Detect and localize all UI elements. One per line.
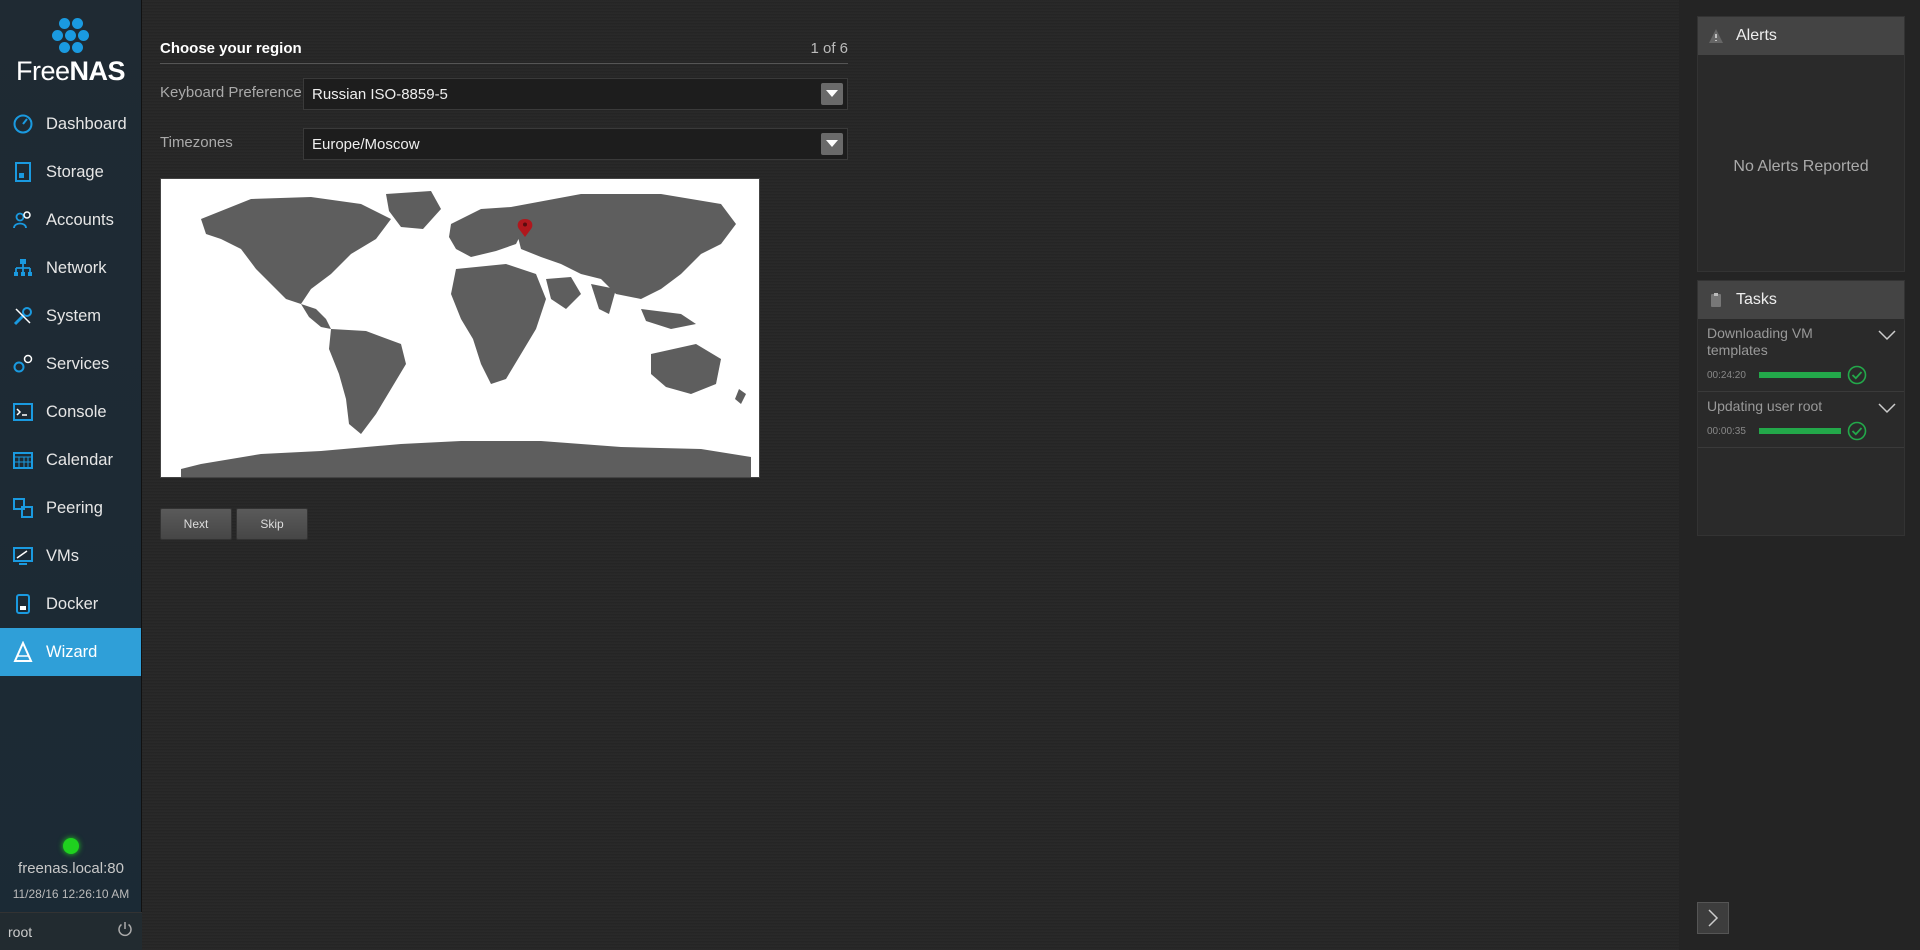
tasks-panel: Tasks Downloading VM templates 00:24:20 …: [1697, 280, 1905, 536]
sidebar-item-console[interactable]: Console: [0, 388, 141, 436]
keyboard-select[interactable]: Russian ISO-8859-5: [303, 78, 848, 110]
task-time: 00:24:20: [1707, 369, 1746, 381]
services-icon: [12, 353, 34, 375]
sidebar-item-wizard[interactable]: Wizard: [0, 628, 141, 676]
world-map-graphic: [161, 179, 759, 477]
chevron-right-icon: [1708, 909, 1719, 927]
task-meta: 00:24:20: [1707, 365, 1895, 385]
sidebar-item-calendar[interactable]: Calendar: [0, 436, 141, 484]
chevron-down-icon[interactable]: [1878, 329, 1896, 341]
logo-text: FreeNAS: [15, 56, 126, 86]
sidebar-item-network[interactable]: Network: [0, 244, 141, 292]
sidebar-item-label: Wizard: [46, 642, 98, 661]
dropdown-arrow-icon[interactable]: [821, 83, 843, 105]
connection-status-indicator: [63, 838, 79, 854]
sidebar-item-dashboard[interactable]: Dashboard: [0, 100, 141, 148]
logo-dots-icon: [51, 18, 91, 56]
keyboard-select-value: Russian ISO-8859-5: [312, 85, 448, 103]
timezone-row: Timezones Europe/Moscow: [160, 128, 848, 160]
hostname: freenas.local:80: [18, 860, 124, 877]
sidebar-item-label: Network: [46, 258, 107, 277]
sidebar-item-peering[interactable]: Peering: [0, 484, 141, 532]
vms-icon: [12, 545, 34, 567]
calendar-icon: [12, 449, 34, 471]
step-indicator: 1 of 6: [810, 40, 848, 57]
task-item[interactable]: Downloading VM templates 00:24:20: [1698, 319, 1904, 392]
network-icon: [12, 257, 34, 279]
wizard-header: Choose your region 1 of 6: [160, 40, 848, 64]
no-alerts-message: No Alerts Reported: [1733, 158, 1869, 175]
sidebar-item-system[interactable]: System: [0, 292, 141, 340]
task-name: Updating user root: [1707, 398, 1823, 414]
task-meta: 00:00:35: [1707, 421, 1895, 441]
task-time: 00:00:35: [1707, 425, 1746, 437]
warning-icon: [1709, 29, 1723, 43]
wizard-icon: [12, 641, 34, 663]
sidebar-item-storage[interactable]: Storage: [0, 148, 141, 196]
alerts-title: Alerts: [1736, 27, 1777, 44]
wizard-buttons: Next Skip: [160, 508, 848, 540]
sidebar-item-label: Services: [46, 354, 110, 373]
sidebar-item-label: Dashboard: [46, 114, 127, 133]
sidebar-nav: Dashboard Storage Accounts Network Syste…: [0, 100, 141, 676]
wizard-panel: Choose your region 1 of 6 Keyboard Prefe…: [160, 40, 848, 540]
check-circle-icon: [1847, 365, 1867, 385]
task-item[interactable]: Updating user root 00:00:35: [1698, 392, 1904, 448]
system-datetime: 11/28/16 12:26:10 AM: [12, 887, 130, 901]
task-progress-bar: [1759, 372, 1841, 378]
sidebar-item-docker[interactable]: Docker: [0, 580, 141, 628]
timezone-select[interactable]: Europe/Moscow: [303, 128, 848, 160]
task-name: Downloading VM templates: [1707, 325, 1813, 358]
sidebar-item-label: Storage: [46, 162, 104, 181]
freenas-logo[interactable]: FreeNAS: [0, 0, 141, 100]
alerts-panel: Alerts No Alerts Reported: [1697, 16, 1905, 272]
page-title: Choose your region: [160, 40, 302, 57]
dropdown-arrow-icon[interactable]: [821, 133, 843, 155]
tasks-header[interactable]: Tasks: [1698, 281, 1904, 319]
sidebar-item-label: Docker: [46, 594, 99, 613]
expand-panel-button[interactable]: [1697, 902, 1729, 934]
system-icon: [12, 305, 34, 327]
sidebar-item-label: System: [46, 306, 102, 325]
username[interactable]: root: [8, 924, 32, 940]
accounts-icon: [12, 209, 34, 231]
sidebar: FreeNAS Dashboard Storage Accounts Netwo…: [0, 0, 142, 950]
user-bar: root: [0, 912, 142, 950]
skip-button[interactable]: Skip: [236, 508, 308, 540]
storage-icon: [12, 161, 34, 183]
keyboard-label: Keyboard Preference: [160, 84, 302, 101]
timezone-label: Timezones: [160, 134, 233, 151]
clipboard-icon: [1711, 293, 1721, 307]
alerts-header[interactable]: Alerts: [1698, 17, 1904, 55]
docker-icon: [12, 593, 34, 615]
world-map[interactable]: [160, 178, 760, 478]
right-panel: Alerts No Alerts Reported Tasks Download…: [1679, 0, 1920, 950]
tasks-title: Tasks: [1736, 291, 1777, 308]
timezone-select-value: Europe/Moscow: [312, 135, 420, 153]
chevron-down-icon[interactable]: [1878, 402, 1896, 414]
keyboard-row: Keyboard Preference Russian ISO-8859-5: [160, 78, 848, 110]
console-icon: [12, 401, 34, 423]
sidebar-item-label: Calendar: [46, 450, 113, 469]
check-circle-icon: [1847, 421, 1867, 441]
task-progress-bar: [1759, 428, 1841, 434]
next-button[interactable]: Next: [160, 508, 232, 540]
sidebar-item-label: Peering: [46, 498, 103, 517]
sidebar-item-label: VMs: [46, 546, 79, 565]
sidebar-item-accounts[interactable]: Accounts: [0, 196, 141, 244]
peering-icon: [12, 497, 34, 519]
sidebar-item-services[interactable]: Services: [0, 340, 141, 388]
power-icon[interactable]: [116, 920, 134, 943]
dashboard-icon: [12, 113, 34, 135]
sidebar-item-vms[interactable]: VMs: [0, 532, 141, 580]
sidebar-item-label: Console: [46, 402, 107, 421]
sidebar-item-label: Accounts: [46, 210, 114, 229]
